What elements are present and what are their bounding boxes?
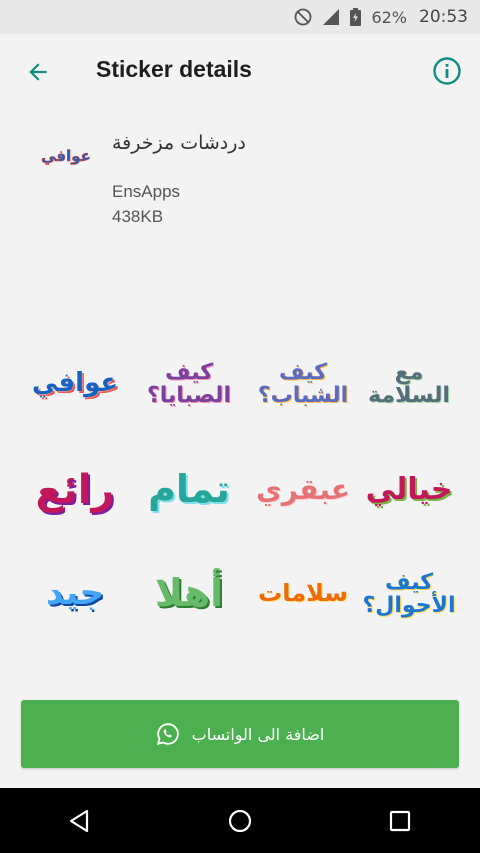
pack-header: عوافي دردشات مزخرفة EnsApps 438KB xyxy=(0,110,480,320)
system-nav-bar xyxy=(0,788,480,853)
bottom-panel: اضافة الى الواتساب xyxy=(0,690,480,788)
sticker-item[interactable]: تمام xyxy=(134,440,244,540)
info-icon xyxy=(433,57,461,85)
pack-size: 438KB xyxy=(112,207,164,226)
add-to-whatsapp-button[interactable]: اضافة الى الواتساب xyxy=(21,700,459,768)
sticker-text: جيد xyxy=(45,573,105,614)
nav-home-button[interactable] xyxy=(220,801,260,841)
tray-sticker-text: عوافي xyxy=(41,147,91,166)
sticker-text: أهلا xyxy=(154,571,224,616)
sticker-grid: عوافي كيف الصبايا؟ كيف الشباب؟ مع السلام… xyxy=(0,320,480,690)
info-button[interactable] xyxy=(432,56,462,86)
sticker-text: عبقري xyxy=(256,473,350,507)
sticker-item[interactable]: عوافي xyxy=(20,334,130,434)
add-button-label: اضافة الى الواتساب xyxy=(191,724,325,744)
pack-name: دردشات مزخرفة xyxy=(112,132,246,154)
sticker-item[interactable]: رائع xyxy=(20,440,130,540)
battery-percent: 62% xyxy=(371,7,407,27)
back-button[interactable] xyxy=(22,56,54,88)
nav-home-icon xyxy=(228,809,252,832)
sticker-text: سلامات xyxy=(258,579,348,608)
sticker-item[interactable]: كيف الأحوال؟ xyxy=(354,544,464,644)
sticker-item[interactable]: مع السلامة xyxy=(354,334,464,434)
sticker-item[interactable]: خيالي xyxy=(354,440,464,540)
sticker-item[interactable]: سلامات xyxy=(248,544,358,644)
arrow-back-icon xyxy=(29,63,47,81)
sticker-text: كيف الصبايا؟ xyxy=(146,359,231,408)
nav-back-button[interactable] xyxy=(60,801,100,841)
sticker-text: مع السلامة xyxy=(368,359,450,408)
sticker-text: كيف الأحوال؟ xyxy=(362,569,456,618)
clock: 20:53 xyxy=(419,7,468,27)
whatsapp-icon xyxy=(156,722,180,746)
signal-icon xyxy=(322,8,340,26)
app-bar: Sticker details xyxy=(0,34,480,110)
nav-recents-button[interactable] xyxy=(380,801,420,841)
pack-publisher: EnsApps xyxy=(112,182,181,201)
sticker-text: تمام xyxy=(148,467,230,512)
dnd-icon xyxy=(294,8,312,26)
page-title: Sticker details xyxy=(96,56,252,82)
tray-icon: عوافي xyxy=(36,136,96,176)
sticker-item[interactable]: كيف الشباب؟ xyxy=(248,334,358,434)
sticker-text: رائع xyxy=(35,467,115,513)
sticker-text: كيف الشباب؟ xyxy=(257,359,349,408)
battery-icon xyxy=(350,8,362,26)
sticker-text: عوافي xyxy=(31,368,119,399)
sticker-item[interactable]: أهلا xyxy=(134,544,244,644)
sticker-item[interactable]: جيد xyxy=(20,544,130,644)
sticker-text: خيالي xyxy=(365,472,453,508)
nav-recents-icon xyxy=(389,810,411,831)
sticker-item[interactable]: كيف الصبايا؟ xyxy=(134,334,244,434)
sticker-item[interactable]: عبقري xyxy=(248,440,358,540)
status-bar: 62% 20:53 xyxy=(0,0,480,34)
nav-back-icon xyxy=(69,809,89,832)
